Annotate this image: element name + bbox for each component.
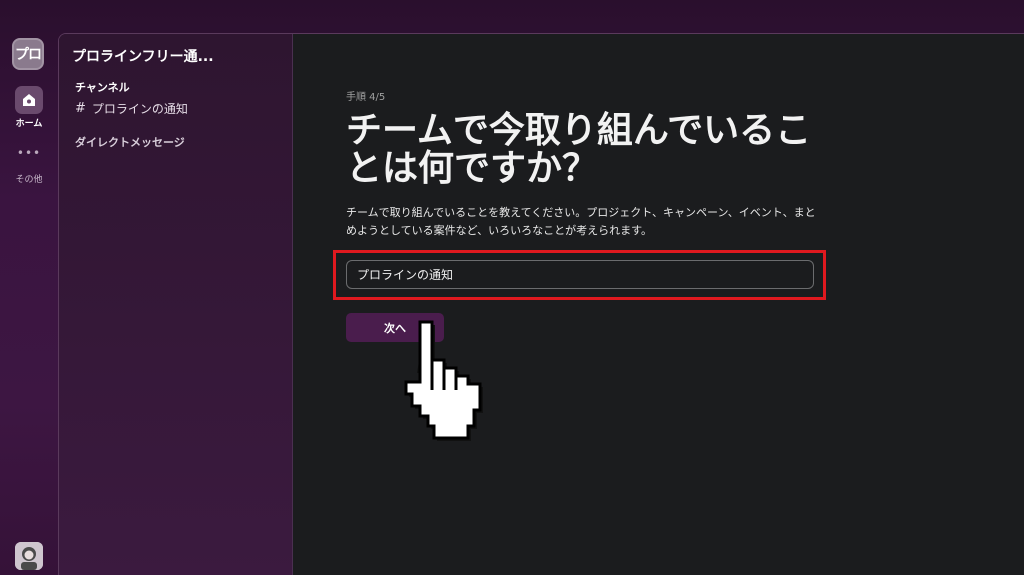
hash-icon: # (75, 101, 86, 116)
channel-label: プロラインの通知 (91, 102, 188, 116)
setup-panel: 手順 4/5 チームで今取り組んでいることは何ですか？ チームで取り組んでいるこ… (293, 34, 1024, 575)
home-icon (23, 94, 35, 106)
direct-messages-header[interactable]: ダイレクトメッセージ (75, 134, 185, 150)
page-title: チームで今取り組んでいることは何ですか？ (346, 110, 812, 189)
channel-sidebar: プロラインフリー通... チャンネル # プロラインの通知 ダイレクトメッセージ (59, 34, 293, 575)
description-text: チームで取り組んでいることを教えてください。プロジェクト、キャンペーン、イベント… (346, 206, 816, 237)
hand-pointer-icon (404, 320, 483, 441)
workspace-switcher-button[interactable]: プロ (12, 38, 44, 70)
more-icon[interactable]: ••• (0, 146, 58, 160)
step-indicator: 手順 4/5 (346, 92, 386, 103)
highlight-box (333, 250, 826, 300)
app-window: プロラインフリー通... チャンネル # プロラインの通知 ダイレクトメッセージ… (58, 33, 1024, 575)
workspace-rail: プロ ホーム ••• その他 (0, 0, 58, 575)
workspace-name[interactable]: プロラインフリー通... (72, 46, 214, 66)
sidebar-item-channel[interactable]: # プロラインの通知 (75, 100, 188, 117)
channels-header[interactable]: チャンネル (75, 79, 130, 95)
more-label: その他 (15, 175, 43, 185)
home-button[interactable] (15, 86, 43, 114)
user-avatar[interactable] (15, 542, 43, 570)
avatar-icon (15, 542, 43, 570)
home-label: ホーム (15, 119, 43, 129)
